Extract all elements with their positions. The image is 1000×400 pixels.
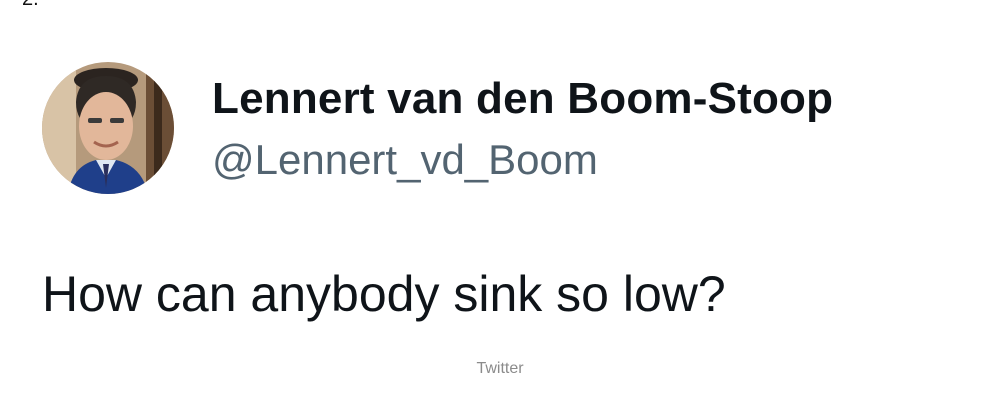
user-handle[interactable]: @Lennert_vd_Boom: [212, 132, 833, 188]
display-name[interactable]: Lennert van den Boom-Stoop: [212, 72, 833, 126]
item-number: 2.: [22, 0, 39, 11]
source-label: Twitter: [476, 360, 524, 377]
profile-photo-icon: [42, 62, 174, 194]
author-names: Lennert van den Boom-Stoop @Lennert_vd_B…: [212, 72, 833, 188]
tweet-text: How can anybody sink so low?: [42, 266, 726, 322]
avatar[interactable]: [42, 62, 174, 194]
tweet-header: Lennert van den Boom-Stoop @Lennert_vd_B…: [42, 62, 833, 194]
